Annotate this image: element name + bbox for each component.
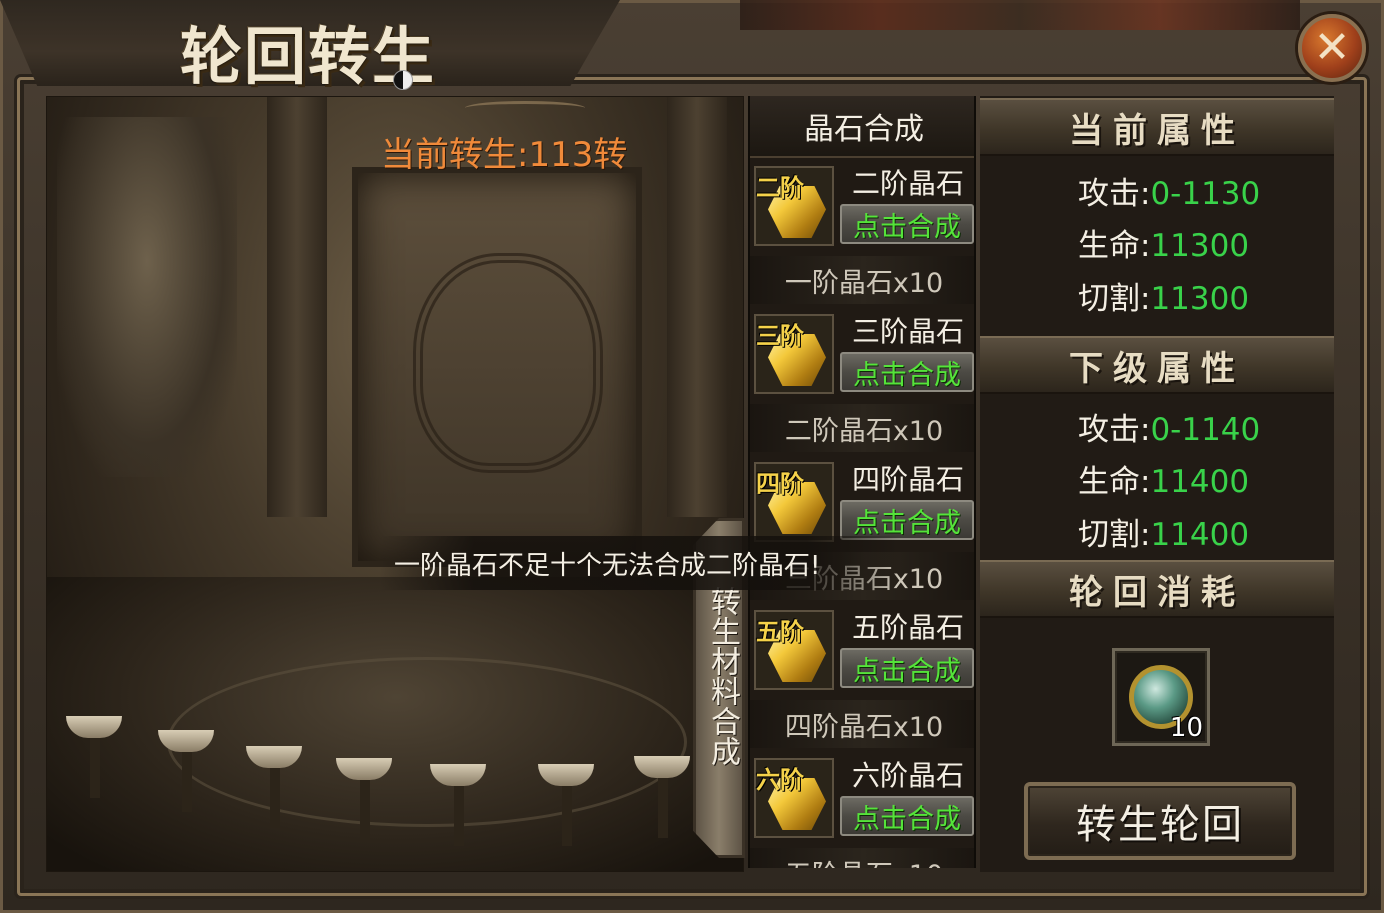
crystal-cost: 四阶晶石x10 xyxy=(750,700,974,748)
merge-button[interactable]: 点击合成 xyxy=(840,352,974,392)
crystal-tier-badge: 五阶 xyxy=(756,618,804,646)
current-attr-header: 当前属性 xyxy=(980,98,1334,156)
top-ornament xyxy=(465,101,585,115)
crystal-tier-badge: 四阶 xyxy=(756,470,804,498)
floor-ring xyxy=(167,657,687,827)
crystal-synthesis-panel[interactable]: 晶石合成 二阶 二阶晶石 点击合成 一阶晶石x10 三阶 三阶晶石 点击合成 二… xyxy=(748,96,976,868)
carved-door xyxy=(352,167,642,567)
current-attack-row: 攻击:0-1130 xyxy=(1078,168,1260,213)
merge-button[interactable]: 点击合成 xyxy=(840,204,974,244)
crystal-name: 四阶晶石 xyxy=(852,463,965,496)
yin-yang-icon xyxy=(393,70,413,90)
merge-button[interactable]: 点击合成 xyxy=(840,500,974,540)
crystal-name: 五阶晶石 xyxy=(852,611,965,644)
pillar-left xyxy=(267,97,327,517)
crystal-item: 二阶 二阶晶石 点击合成 一阶晶石x10 xyxy=(750,160,974,308)
crystal-item: 三阶 三阶晶石 点击合成 二阶晶石x10 xyxy=(750,308,974,456)
crystal-cost: 二阶晶石x10 xyxy=(750,404,974,452)
crystal-cost: 一阶晶石x10 xyxy=(750,256,974,304)
consume-header: 轮回消耗 xyxy=(980,560,1334,618)
cut-label: 切割: xyxy=(1078,517,1151,553)
cut-value: 11300 xyxy=(1150,281,1250,317)
crystal-item: 六阶 六阶晶石 点击合成 五阶晶石x10 xyxy=(750,752,974,868)
crystal-name: 二阶晶石 xyxy=(852,167,965,200)
pillar-right xyxy=(667,97,727,517)
current-turns-label: 当前转生:113转 xyxy=(381,135,628,175)
toast-message: 一阶晶石不足十个无法合成二阶晶石! xyxy=(380,536,900,590)
consume-item-slot[interactable]: 10 xyxy=(1112,648,1210,746)
crystal-item: 五阶 五阶晶石 点击合成 四阶晶石x10 xyxy=(750,604,974,752)
crystal-cost: 五阶晶石x10 xyxy=(750,848,974,868)
crystal-panel-header: 晶石合成 xyxy=(750,96,974,158)
current-cut-row: 切割:11300 xyxy=(1078,273,1249,318)
crystal-slot[interactable]: 三阶 xyxy=(754,314,834,394)
next-hp-row: 生命:11400 xyxy=(1078,456,1249,501)
hp-label: 生命: xyxy=(1078,464,1151,500)
rebirth-button[interactable]: 转生轮回 xyxy=(1024,782,1296,860)
hp-value: 11300 xyxy=(1150,228,1250,264)
close-button[interactable]: ✕ xyxy=(1298,14,1366,82)
top-decoration xyxy=(740,0,1300,30)
crystal-tier-badge: 三阶 xyxy=(756,322,804,350)
cut-value: 11400 xyxy=(1150,517,1250,553)
cut-label: 切割: xyxy=(1078,281,1151,317)
guardian-statue xyxy=(57,117,237,477)
crystal-name: 三阶晶石 xyxy=(852,315,965,348)
material-synthesis-tab-label[interactable]: 转生材料合成 xyxy=(700,586,740,766)
crystal-name: 六阶晶石 xyxy=(852,759,965,792)
crystal-tier-badge: 六阶 xyxy=(756,766,804,794)
attack-value: 0-1140 xyxy=(1150,412,1261,448)
next-attack-row: 攻击:0-1140 xyxy=(1078,404,1260,449)
crystal-slot[interactable]: 五阶 xyxy=(754,610,834,690)
current-hp-row: 生命:11300 xyxy=(1078,220,1249,265)
consume-item-count: 10 xyxy=(1169,713,1203,743)
attack-label: 攻击: xyxy=(1078,412,1151,448)
merge-button[interactable]: 点击合成 xyxy=(840,648,974,688)
hp-value: 11400 xyxy=(1150,464,1250,500)
hp-label: 生命: xyxy=(1078,228,1151,264)
attribute-panel: 当前属性 攻击:0-1130 生命:11300 切割:11300 下级属性 攻击… xyxy=(980,96,1334,872)
crystal-tier-badge: 二阶 xyxy=(756,174,804,202)
crystal-slot[interactable]: 四阶 xyxy=(754,462,834,542)
crystal-slot[interactable]: 二阶 xyxy=(754,166,834,246)
attack-label: 攻击: xyxy=(1078,176,1151,212)
next-attr-header: 下级属性 xyxy=(980,336,1334,394)
merge-button[interactable]: 点击合成 xyxy=(840,796,974,836)
next-cut-row: 切割:11400 xyxy=(1078,509,1249,554)
crystal-slot[interactable]: 六阶 xyxy=(754,758,834,838)
attack-value: 0-1130 xyxy=(1150,176,1261,212)
